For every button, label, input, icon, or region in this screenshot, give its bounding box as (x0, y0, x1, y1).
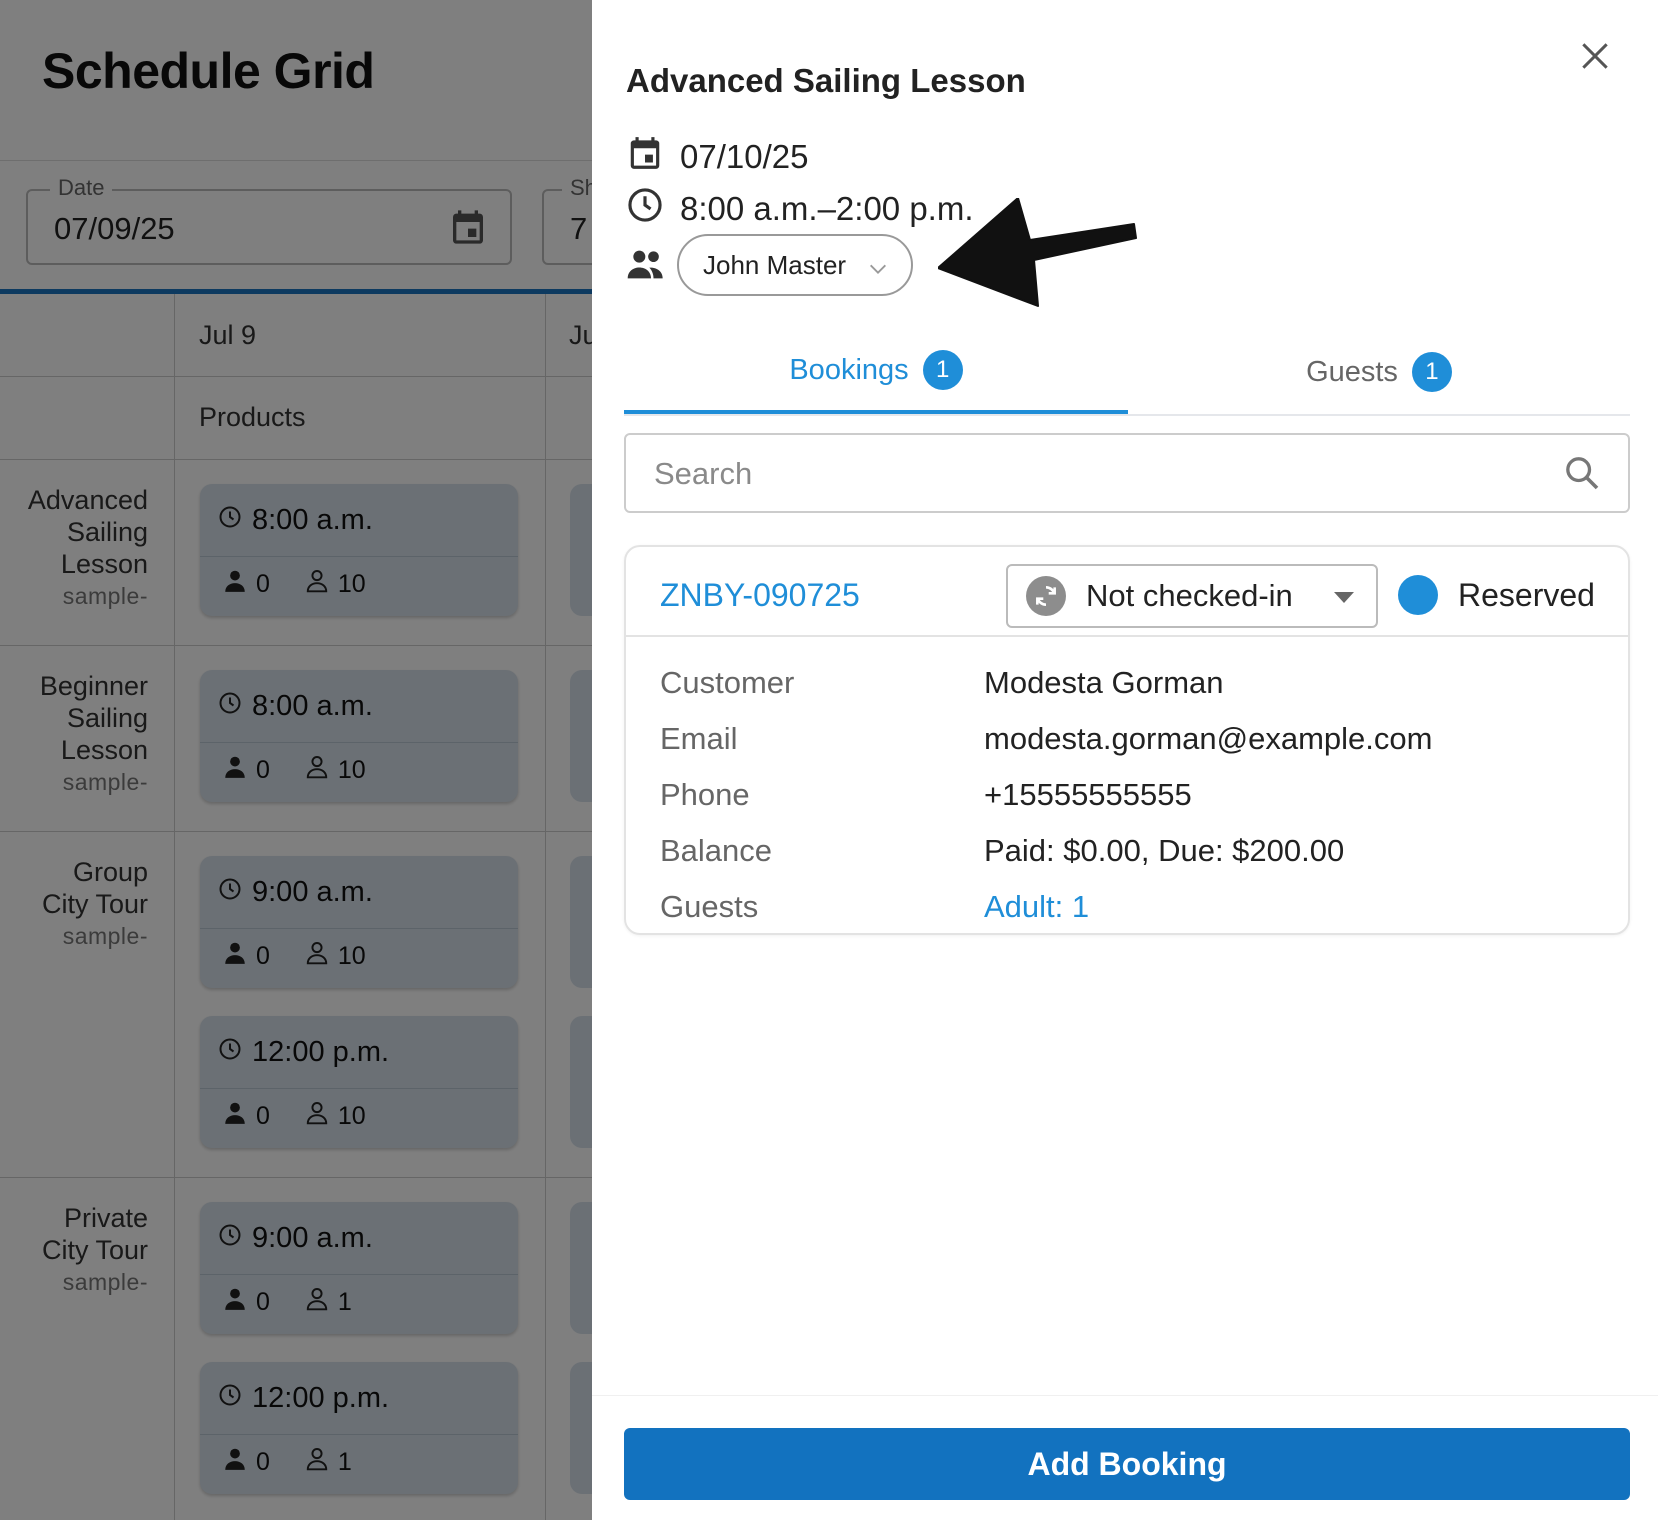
clock-icon (626, 186, 664, 232)
chevron-down-icon (867, 256, 889, 287)
email-value: modesta.gorman@example.com (984, 721, 1433, 756)
staff-select[interactable]: John Master (677, 234, 913, 296)
guests-label: Guests (660, 889, 759, 924)
booking-card-header: ZNBY-090725 Not checked-in Reserved (626, 547, 1628, 637)
session-date: 07/10/25 (680, 138, 809, 175)
modal-backdrop[interactable] (0, 0, 592, 1520)
close-icon[interactable] (1575, 36, 1615, 76)
session-time-row: 8:00 a.m.–2:00 p.m. (626, 186, 974, 232)
session-date-row: 07/10/25 (626, 134, 808, 180)
search-icon[interactable] (1562, 453, 1602, 498)
booking-status: Reserved (1458, 577, 1595, 613)
tab-guests-label: Guests (1306, 355, 1398, 388)
tab-bookings-label: Bookings (789, 353, 909, 386)
booking-id-link[interactable]: ZNBY-090725 (660, 577, 860, 614)
customer-label: Customer (660, 665, 795, 700)
panel-tabs: Bookings 1 Guests 1 (624, 330, 1630, 416)
balance-value: Paid: $0.00, Due: $200.00 (984, 833, 1345, 868)
phone-value: +15555555555 (984, 777, 1192, 812)
staff-select-value: John Master (703, 249, 847, 280)
sync-icon (1026, 576, 1066, 616)
session-time: 8:00 a.m.–2:00 p.m. (680, 190, 974, 227)
status-indicator-dot (1398, 575, 1438, 615)
arrow-annotation (937, 197, 1138, 315)
people-icon (626, 248, 666, 287)
tab-bookings[interactable]: Bookings 1 (624, 330, 1128, 414)
email-label: Email (660, 721, 738, 756)
tab-guests[interactable]: Guests 1 (1128, 330, 1630, 414)
checkin-status-select[interactable]: Not checked-in (1006, 564, 1378, 628)
search-box (624, 433, 1630, 513)
tab-guests-count: 1 (1411, 352, 1452, 392)
calendar-icon (626, 134, 664, 180)
checkin-status-value: Not checked-in (1086, 578, 1293, 613)
schedule-grid-background: Schedule Grid Date 07/09/25 Sh 7 Jul 9 J… (0, 0, 592, 1520)
booking-card: ZNBY-090725 Not checked-in Reserved Cust… (624, 545, 1630, 935)
add-booking-button[interactable]: Add Booking (624, 1428, 1630, 1500)
phone-label: Phone (660, 777, 750, 812)
tab-bookings-count: 1 (922, 350, 963, 390)
balance-label: Balance (660, 833, 773, 868)
caret-down-icon (1334, 592, 1354, 603)
panel-title: Advanced Sailing Lesson (626, 62, 1026, 99)
customer-value: Modesta Gorman (984, 665, 1224, 700)
search-input[interactable] (652, 451, 1516, 497)
guests-value-link[interactable]: Adult: 1 (984, 889, 1089, 925)
